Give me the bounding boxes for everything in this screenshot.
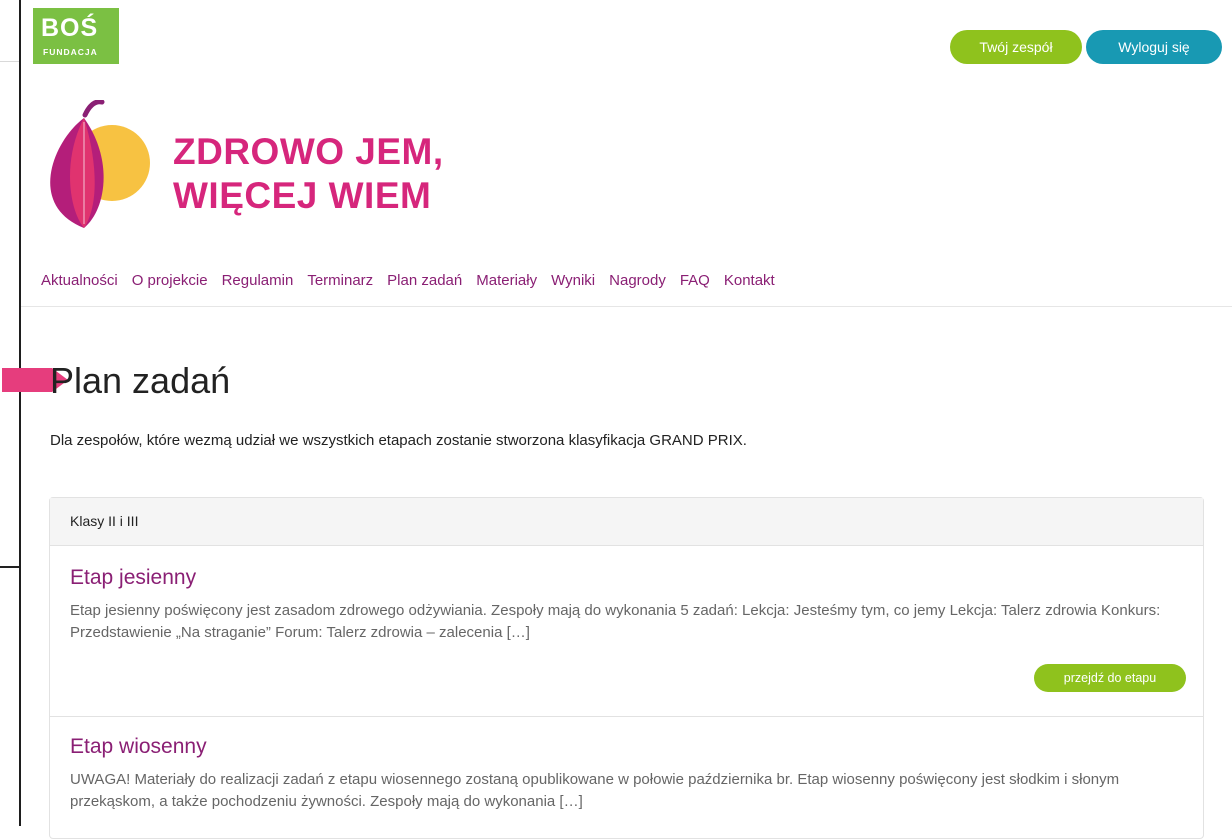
- project-title[interactable]: ZDROWO JEM, WIĘCEJ WIEM: [173, 130, 444, 218]
- nav-item-kontakt[interactable]: Kontakt: [724, 272, 775, 289]
- nav-item-plan-zadan[interactable]: Plan zadań: [387, 272, 462, 289]
- fruit-logo-icon[interactable]: [34, 100, 150, 232]
- stage-title-autumn[interactable]: Etap jesienny: [70, 566, 196, 590]
- nav-item-faq[interactable]: FAQ: [680, 272, 710, 289]
- stage-description-autumn: Etap jesienny poświęcony jest zasadom zd…: [70, 602, 1161, 641]
- nav-item-wyniki[interactable]: Wyniki: [551, 272, 595, 289]
- nav-item-terminarz[interactable]: Terminarz: [307, 272, 373, 289]
- page-title: Plan zadań: [50, 360, 231, 401]
- stage-divider: [50, 716, 1203, 717]
- main-navigation: Aktualności O projekcie Regulamin Termin…: [41, 272, 775, 289]
- your-team-button[interactable]: Twój zespół: [950, 30, 1082, 64]
- background-divider: [0, 61, 20, 62]
- stage-description-spring: UWAGA! Materiały do realizacji zadań z e…: [70, 771, 1120, 810]
- go-to-stage-button[interactable]: przejdź do etapu: [1034, 664, 1186, 692]
- nav-divider: [21, 306, 1232, 307]
- browser-page: BOŚ FUNDACJA Twój zespół Wyloguj się ZDR…: [2, 0, 1232, 839]
- logo-text: BOŚ: [41, 14, 99, 42]
- nav-item-materialy[interactable]: Materiały: [476, 272, 537, 289]
- nav-item-regulamin[interactable]: Regulamin: [222, 272, 294, 289]
- project-title-line1: ZDROWO JEM,: [173, 131, 444, 172]
- panel-header: Klasy II i III: [50, 498, 1203, 546]
- logo-subtext: FUNDACJA: [43, 47, 98, 57]
- bos-foundation-logo[interactable]: BOŚ FUNDACJA: [33, 8, 119, 64]
- stages-panel: Klasy II i III Etap jesienny Etap jesien…: [49, 497, 1204, 839]
- stage-title-spring[interactable]: Etap wiosenny: [70, 735, 207, 759]
- nav-item-nagrody[interactable]: Nagrody: [609, 272, 666, 289]
- nav-item-aktualnosci[interactable]: Aktualności: [41, 272, 118, 289]
- logout-button[interactable]: Wyloguj się: [1086, 30, 1222, 64]
- project-title-line2: WIĘCEJ WIEM: [173, 175, 432, 216]
- nav-item-o-projekcie[interactable]: O projekcie: [132, 272, 208, 289]
- page-intro: Dla zespołów, które wezmą udział we wszy…: [50, 432, 747, 449]
